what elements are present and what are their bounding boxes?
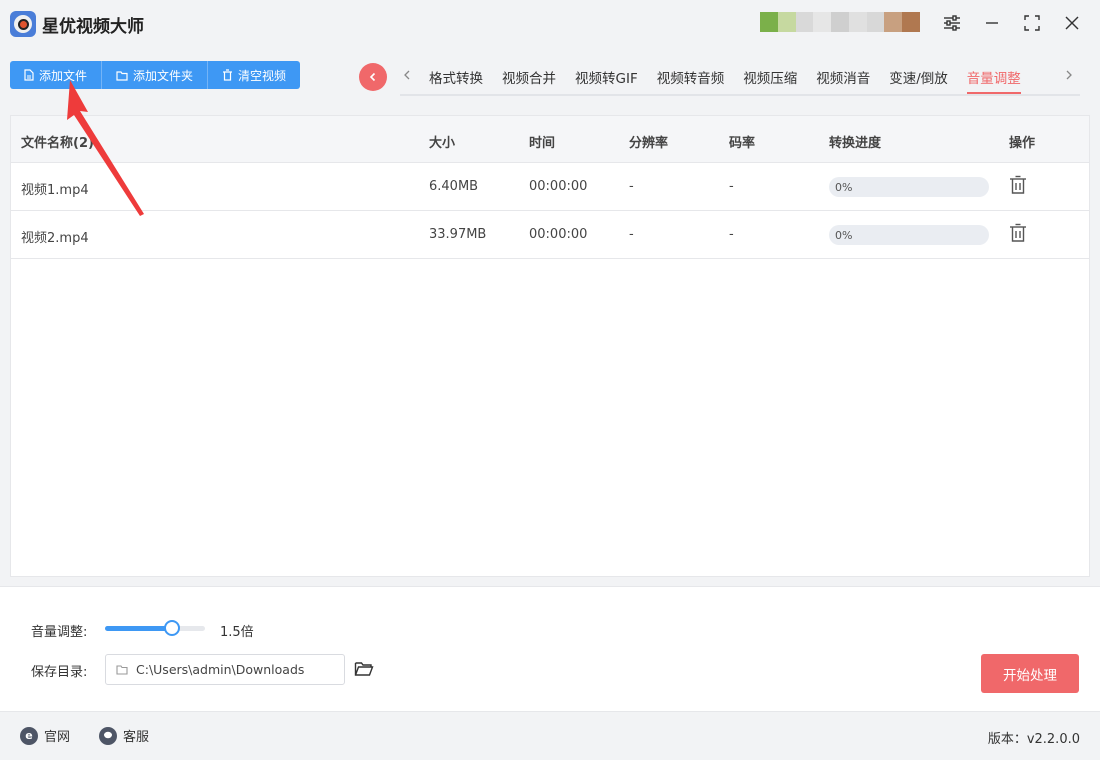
save-dir-field[interactable] bbox=[105, 654, 345, 685]
header-bitrate[interactable]: 码率 bbox=[729, 132, 755, 151]
tab-0[interactable]: 格式转换 bbox=[429, 67, 483, 94]
version-text: 版本：v2.2.0.0 bbox=[987, 732, 1080, 747]
volume-slider[interactable] bbox=[105, 620, 205, 636]
table-header: 文件名称(2) 大小 时间 分辨率 码率 转换进度 操作 bbox=[11, 116, 1089, 163]
cell-name: 视频2.mp4 bbox=[21, 231, 89, 246]
tab-2[interactable]: 视频转GIF bbox=[575, 67, 638, 94]
add-folder-label: 添加文件夹 bbox=[133, 68, 194, 83]
feature-tabs: 格式转换 视频合并 视频转GIF 视频转音频 视频压缩 视频消音 变速/倒放 音量调整 bbox=[400, 58, 1080, 96]
header-name[interactable]: 文件名称(2) bbox=[21, 132, 94, 151]
header-action: 操作 bbox=[1009, 136, 1036, 151]
tab-next-chevron-icon[interactable] bbox=[1064, 68, 1074, 86]
avatar-tile bbox=[777, 12, 796, 32]
minimize-icon[interactable] bbox=[981, 12, 1003, 34]
save-dir-label: 保存目录: bbox=[31, 665, 88, 680]
clear-videos-label: 清空视频 bbox=[238, 68, 287, 83]
table-row[interactable]: 视频1.mp4 6.40MB 00:00:00 - - 0% bbox=[11, 163, 1089, 211]
avatar-tile bbox=[795, 12, 814, 32]
chevron-left-icon bbox=[369, 72, 376, 82]
volume-value: 1.5倍 bbox=[220, 625, 254, 640]
close-icon[interactable] bbox=[1061, 12, 1083, 34]
table-row[interactable]: 视频2.mp4 33.97MB 00:00:00 - - 0% bbox=[11, 211, 1089, 259]
avatar-tile bbox=[831, 12, 849, 32]
avatar-tile bbox=[884, 12, 903, 32]
file-toolbar: 添加文件 添加文件夹 清空视频 bbox=[10, 61, 301, 89]
maximize-icon[interactable] bbox=[1021, 12, 1043, 34]
cell-time: 00:00:00 bbox=[529, 227, 588, 242]
volume-slider-fill bbox=[105, 626, 172, 631]
website-label: 官网 bbox=[44, 730, 71, 745]
tab-3[interactable]: 视频转音频 bbox=[657, 67, 725, 94]
support-label: 客服 bbox=[123, 730, 150, 745]
header-time[interactable]: 时间 bbox=[529, 132, 555, 151]
footer: e 官网 客服 版本：v2.2.0.0 bbox=[0, 712, 1100, 760]
tab-6[interactable]: 变速/倒放 bbox=[889, 67, 948, 94]
clear-videos-button[interactable]: 清空视频 bbox=[208, 61, 300, 89]
header-size[interactable]: 大小 bbox=[429, 132, 455, 151]
cell-bitrate: - bbox=[729, 227, 734, 242]
cell-size: 6.40MB bbox=[429, 179, 479, 194]
cell-name: 视频1.mp4 bbox=[21, 183, 89, 198]
app-title: 星优视频大师 bbox=[42, 17, 144, 37]
user-avatar[interactable] bbox=[760, 12, 921, 32]
delete-trash-icon[interactable] bbox=[1009, 175, 1027, 199]
settings-panel: 音量调整: 1.5倍 保存目录: 开始处理 bbox=[0, 586, 1100, 712]
add-file-label: 添加文件 bbox=[39, 68, 88, 83]
header-progress[interactable]: 转换进度 bbox=[829, 132, 881, 151]
collapse-button[interactable] bbox=[359, 63, 387, 91]
open-folder-icon[interactable] bbox=[354, 660, 374, 681]
folder-icon bbox=[116, 70, 128, 81]
volume-label: 音量调整: bbox=[31, 625, 88, 640]
website-link[interactable]: e 官网 bbox=[20, 726, 70, 745]
tab-prev-chevron-icon[interactable] bbox=[402, 68, 412, 86]
file-icon bbox=[24, 69, 34, 81]
avatar-tile bbox=[760, 12, 778, 32]
delete-trash-icon[interactable] bbox=[1009, 223, 1027, 247]
settings-sliders-icon[interactable] bbox=[941, 12, 963, 34]
support-link[interactable]: 客服 bbox=[99, 726, 149, 745]
title-bar: 星优视频大师 bbox=[0, 0, 1100, 48]
tab-7[interactable]: 音量调整 bbox=[966, 67, 1021, 94]
start-processing-button[interactable]: 开始处理 bbox=[981, 654, 1079, 693]
add-folder-button[interactable]: 添加文件夹 bbox=[102, 61, 209, 89]
avatar-tile bbox=[866, 12, 885, 32]
progress-bar: 0% bbox=[829, 225, 989, 245]
avatar-tile bbox=[902, 12, 921, 32]
file-table: 文件名称(2) 大小 时间 分辨率 码率 转换进度 操作 视频1.mp4 6.40… bbox=[10, 115, 1090, 577]
volume-slider-handle[interactable] bbox=[164, 620, 180, 636]
folder-outline-icon bbox=[116, 665, 128, 675]
progress-text: 0% bbox=[835, 229, 853, 242]
app-logo-icon bbox=[10, 11, 36, 37]
avatar-tile bbox=[813, 12, 832, 32]
trash-icon bbox=[223, 69, 233, 81]
progress-text: 0% bbox=[835, 181, 853, 194]
cell-bitrate: - bbox=[729, 179, 734, 194]
avatar-tile bbox=[848, 12, 867, 32]
save-dir-input[interactable] bbox=[136, 662, 336, 677]
header-resolution[interactable]: 分辨率 bbox=[629, 132, 668, 151]
cell-time: 00:00:00 bbox=[529, 179, 588, 194]
add-file-button[interactable]: 添加文件 bbox=[10, 61, 103, 89]
tab-4[interactable]: 视频压缩 bbox=[743, 67, 797, 94]
tab-1[interactable]: 视频合并 bbox=[502, 67, 556, 94]
cell-size: 33.97MB bbox=[429, 227, 487, 242]
chat-bubble-icon bbox=[99, 726, 117, 745]
cell-resolution: - bbox=[629, 179, 634, 194]
progress-bar: 0% bbox=[829, 177, 989, 197]
cell-resolution: - bbox=[629, 227, 634, 242]
tab-5[interactable]: 视频消音 bbox=[816, 67, 870, 94]
browser-e-icon: e bbox=[20, 726, 38, 745]
